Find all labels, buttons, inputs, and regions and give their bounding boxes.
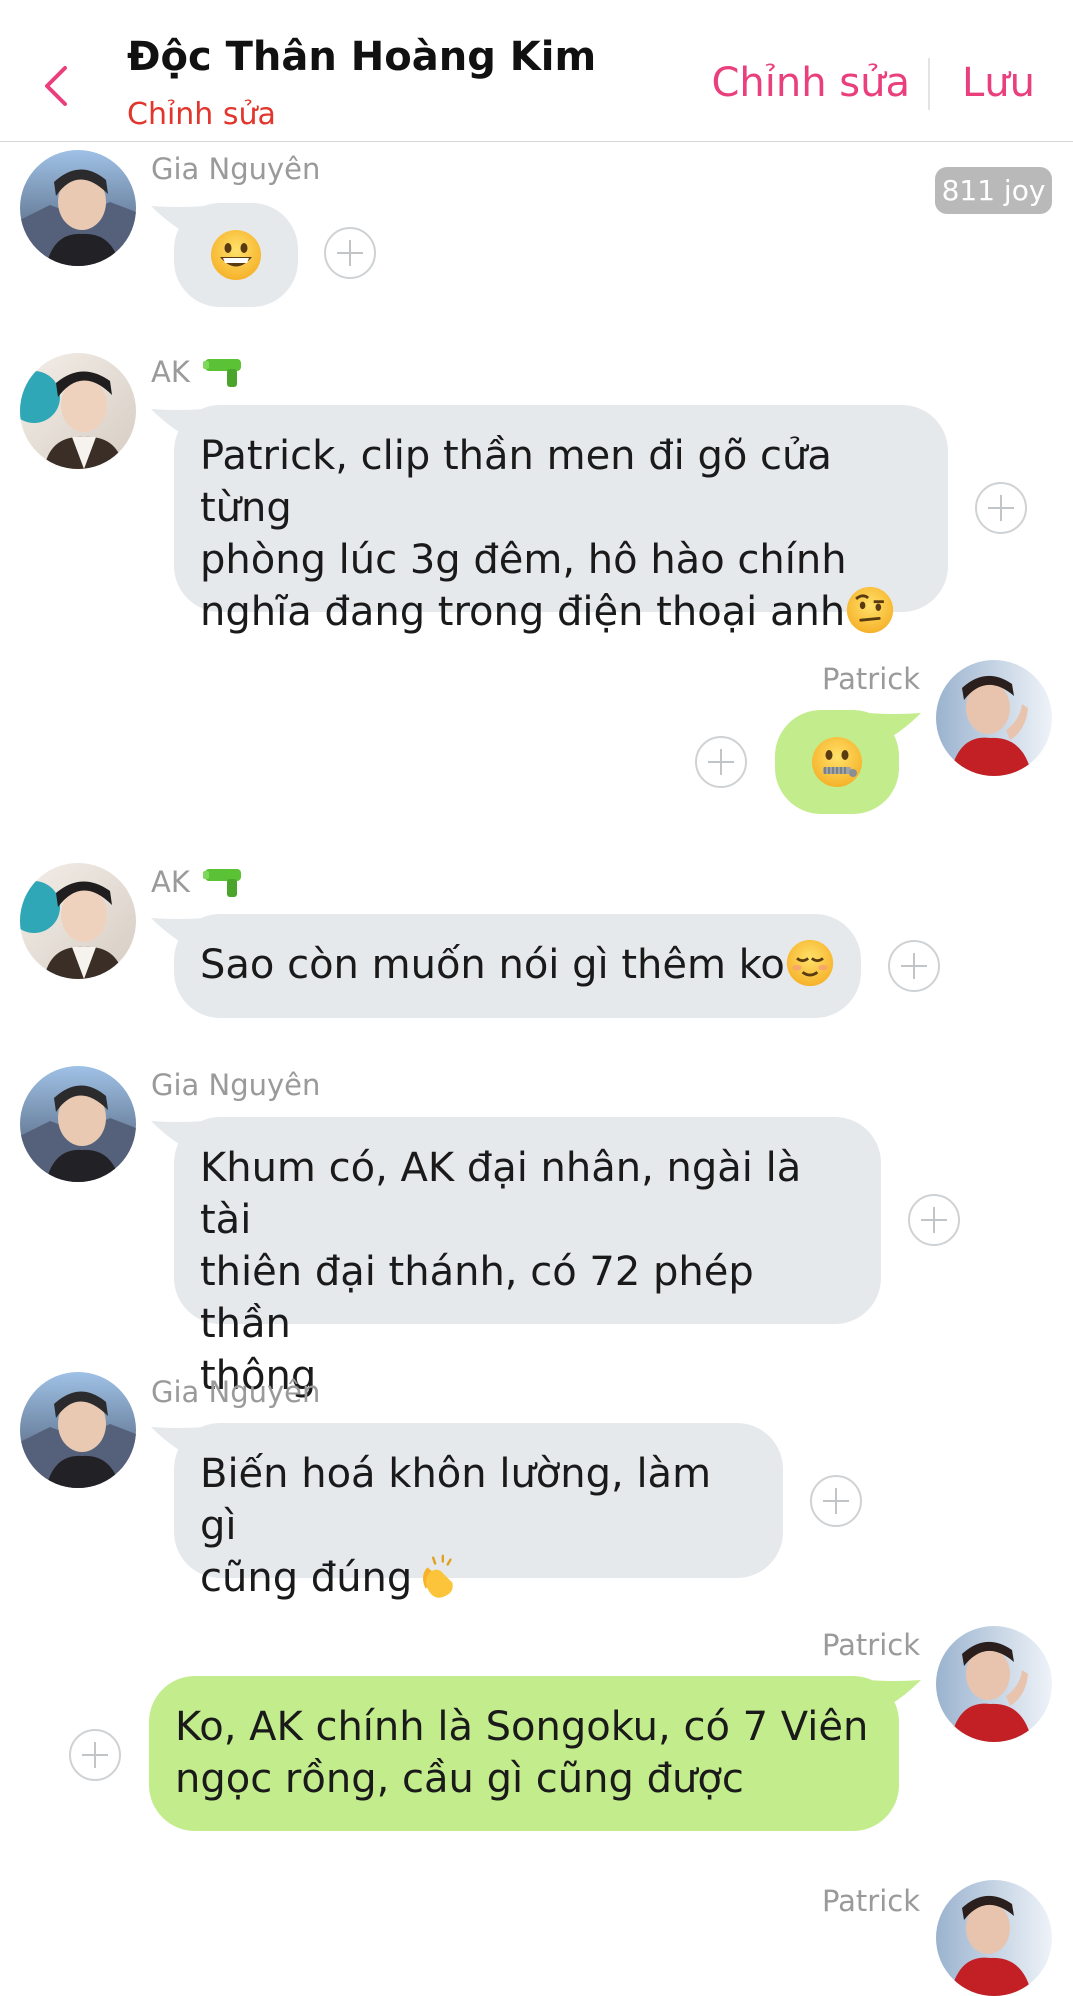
back-button[interactable] bbox=[32, 58, 80, 114]
sender-name: Patrick bbox=[821, 662, 920, 696]
chevron-left-icon bbox=[45, 66, 67, 106]
message-bubble[interactable]: Sao còn muốn nói gì thêm ko bbox=[174, 914, 861, 1018]
avatar-ak[interactable] bbox=[20, 353, 136, 469]
water-pistol-icon bbox=[203, 869, 241, 897]
message-text: Sao còn muốn nói gì thêm ko bbox=[200, 942, 785, 988]
avatar-photo bbox=[20, 353, 136, 469]
relieved-face-icon bbox=[786, 939, 834, 987]
add-reaction-button[interactable] bbox=[888, 940, 940, 992]
add-reaction-button[interactable] bbox=[975, 482, 1027, 534]
message-bubble[interactable]: Khum có, AK đại nhân, ngài là tài thiên … bbox=[174, 1117, 881, 1399]
sender-name: Gia Nguyên bbox=[151, 1068, 321, 1102]
avatar-photo bbox=[936, 660, 1052, 776]
sender-name: Gia Nguyên bbox=[151, 1375, 321, 1409]
message-bubble[interactable] bbox=[174, 203, 298, 307]
avatar-photo bbox=[936, 1626, 1052, 1742]
message-bubble[interactable]: Patrick, clip thần men đi gõ cửa từng ph… bbox=[174, 405, 948, 635]
chat-header: Độc Thân Hoàng Kim Chỉnh sửa Chỉnh sửa L… bbox=[0, 0, 1073, 142]
add-reaction-button[interactable] bbox=[69, 1729, 121, 1781]
message-bubble[interactable]: Ko, AK chính là Songoku, có 7 Viên ngọc … bbox=[149, 1676, 899, 1831]
edit-button[interactable]: Chỉnh sửa bbox=[711, 60, 910, 106]
clapping-hands-icon bbox=[423, 1554, 454, 1598]
sender-name: Gia Nguyên bbox=[151, 152, 321, 186]
avatar-patrick[interactable] bbox=[936, 1880, 1052, 1996]
message-text: Patrick, clip thần men đi gõ cửa từng ph… bbox=[200, 433, 847, 635]
avatar-photo bbox=[936, 1880, 1052, 1996]
save-button[interactable]: Lưu bbox=[962, 60, 1035, 106]
message-text: Ko, AK chính là Songoku, có 7 Viên ngọc … bbox=[175, 1704, 869, 1802]
page-subtitle: Chỉnh sửa bbox=[127, 97, 276, 132]
sender-name: Patrick bbox=[821, 1884, 920, 1918]
face-with-raised-eyebrow-icon bbox=[847, 586, 894, 634]
message-bubble[interactable]: Biến hoá khôn lường, làm gì cũng đúng bbox=[174, 1423, 783, 1601]
avatar-patrick[interactable] bbox=[936, 1626, 1052, 1742]
avatar-gia-nguyen[interactable] bbox=[20, 1372, 136, 1488]
avatar-photo bbox=[20, 150, 136, 266]
sender-name: AK bbox=[151, 865, 190, 899]
add-reaction-button[interactable] bbox=[695, 736, 747, 788]
header-divider bbox=[928, 58, 930, 110]
avatar-gia-nguyen[interactable] bbox=[20, 150, 136, 266]
avatar-photo bbox=[20, 1372, 136, 1488]
message-bubble[interactable] bbox=[775, 710, 899, 814]
avatar-photo bbox=[20, 1066, 136, 1182]
add-reaction-button[interactable] bbox=[324, 227, 376, 279]
zipper-mouth-face-icon bbox=[812, 737, 862, 787]
avatar-gia-nguyen[interactable] bbox=[20, 1066, 136, 1182]
avatar-photo bbox=[20, 863, 136, 979]
page-title: Độc Thân Hoàng Kim bbox=[127, 34, 597, 80]
avatar-patrick[interactable] bbox=[936, 660, 1052, 776]
add-reaction-button[interactable] bbox=[810, 1475, 862, 1527]
joy-badge[interactable]: 811 joy bbox=[935, 167, 1052, 214]
grinning-face-icon bbox=[211, 230, 261, 280]
add-reaction-button[interactable] bbox=[908, 1194, 960, 1246]
water-pistol-icon bbox=[203, 359, 241, 387]
sender-name: AK bbox=[151, 355, 190, 389]
message-text: Khum có, AK đại nhân, ngài là tài thiên … bbox=[200, 1145, 802, 1399]
avatar-ak[interactable] bbox=[20, 863, 136, 979]
sender-name: Patrick bbox=[821, 1628, 920, 1662]
